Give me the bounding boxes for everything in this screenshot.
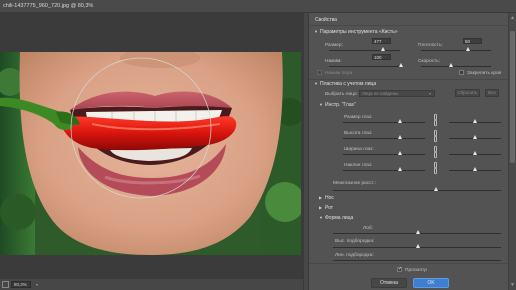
- eye-width-left-thumb[interactable]: [398, 151, 402, 155]
- forehead-label: Лоб:: [363, 226, 373, 231]
- ok-button[interactable]: OK: [413, 278, 449, 288]
- size-slider[interactable]: [329, 50, 400, 51]
- properties-panel: Свойства ▼ Параметры инструмента «Кисть»…: [309, 13, 508, 290]
- link-icon[interactable]: [434, 120, 437, 126]
- link-icon[interactable]: [434, 152, 437, 158]
- face-shape-section-title[interactable]: Форма лица: [325, 215, 353, 221]
- stylus-checkbox[interactable]: [317, 70, 322, 75]
- eye-tilt-left-slider[interactable]: [343, 170, 425, 171]
- reset-button[interactable]: Сбросить: [455, 89, 480, 97]
- chevron-down-icon[interactable]: ▼: [314, 29, 318, 34]
- chevron-right-icon[interactable]: ▶: [319, 195, 322, 200]
- all-button[interactable]: Все: [485, 89, 499, 97]
- chevron-down-icon[interactable]: ▼: [314, 81, 318, 86]
- eye-height-left-thumb[interactable]: [398, 135, 402, 139]
- jawline-slider[interactable]: [333, 260, 501, 261]
- mouth-section-title[interactable]: Рот: [325, 205, 333, 211]
- scrollbar-thumb[interactable]: [510, 31, 515, 163]
- canvas-area[interactable]: [0, 13, 303, 278]
- eye-tilt-right-thumb[interactable]: [473, 167, 477, 171]
- link-icon[interactable]: [434, 136, 437, 142]
- eye-size-label: Размер глаз:: [344, 115, 373, 120]
- status-bar: 80,3% ▾: [0, 278, 303, 290]
- density-slider-thumb[interactable]: [466, 47, 470, 51]
- pressure-slider[interactable]: [329, 66, 400, 67]
- zoom-field[interactable]: 80,3%: [11, 281, 31, 288]
- pin-edges-label: Закрепить края: [467, 71, 502, 76]
- rate-label: Скорость:: [418, 59, 441, 64]
- divider-line: [309, 263, 508, 264]
- scroll-down-icon[interactable]: ▼: [510, 282, 515, 288]
- density-slider[interactable]: [421, 50, 491, 51]
- chevron-down-icon[interactable]: ▼: [319, 215, 323, 220]
- preview-checkbox[interactable]: [397, 266, 402, 272]
- face-section-title[interactable]: Пластика с учетом лица: [320, 81, 376, 87]
- window-title: chili-1437775_960_720.jpg @ 80,3%: [3, 3, 94, 9]
- link-icon[interactable]: [434, 168, 437, 174]
- size-label: Размер:: [325, 43, 343, 48]
- rate-slider[interactable]: [421, 66, 491, 67]
- eye-width-right-thumb[interactable]: [473, 151, 477, 155]
- rate-slider-thumb[interactable]: [449, 63, 453, 67]
- eye-height-left-slider[interactable]: [343, 138, 425, 139]
- pressure-slider-thumb[interactable]: [399, 63, 403, 67]
- eye-distance-thumb[interactable]: [434, 187, 438, 191]
- size-slider-thumb[interactable]: [381, 47, 385, 51]
- size-input[interactable]: 477: [372, 38, 391, 44]
- preview-label: Просмотр: [405, 268, 427, 273]
- eye-size-left-slider[interactable]: [343, 122, 425, 123]
- eye-size-right-thumb[interactable]: [473, 119, 477, 123]
- eye-tilt-label: Наклон глаз:: [344, 163, 373, 168]
- eye-distance-slider[interactable]: [333, 190, 501, 191]
- chin-height-thumb[interactable]: [416, 244, 420, 248]
- title-bar: chili-1437775_960_720.jpg @ 80,3%: [0, 0, 516, 13]
- forehead-thumb[interactable]: [416, 230, 420, 234]
- eye-height-right-thumb[interactable]: [473, 135, 477, 139]
- chevron-right-icon[interactable]: ▶: [319, 205, 322, 210]
- brush-section-title[interactable]: Параметры инструмента «Кисть»: [320, 29, 398, 35]
- chevron-down-icon: ▾: [429, 91, 432, 96]
- stylus-label: Нажим пера: [325, 71, 353, 76]
- select-face-dropdown[interactable]: Лица не найдены: [359, 90, 435, 97]
- nose-section-title[interactable]: Нос: [325, 195, 334, 201]
- zoom-stepper-icon[interactable]: ▾: [36, 282, 38, 287]
- pin-edges-checkbox[interactable]: [459, 70, 464, 75]
- photo-preview[interactable]: [0, 52, 301, 255]
- eye-size-left-thumb[interactable]: [398, 119, 402, 123]
- eyes-section-title[interactable]: Инстр. "Глаз": [325, 102, 356, 108]
- divider-line: [309, 25, 508, 26]
- eye-tilt-left-thumb[interactable]: [398, 167, 402, 171]
- density-input[interactable]: 50: [463, 38, 482, 44]
- fit-icon[interactable]: [2, 281, 9, 288]
- chin-height-label: Выс. подбородка:: [335, 239, 375, 244]
- pressure-input[interactable]: 100: [372, 54, 391, 60]
- eye-width-label: Ширина глаз:: [344, 147, 374, 152]
- scroll-up-icon[interactable]: ▲: [510, 15, 515, 21]
- photo-image: [0, 52, 301, 255]
- eye-height-label: Высота глаз:: [344, 131, 373, 136]
- cancel-button[interactable]: Отмена: [371, 278, 407, 288]
- chevron-down-icon[interactable]: ▼: [319, 102, 323, 107]
- eye-distance-label: Межглазное расст.:: [333, 181, 376, 186]
- panel-scrollbar[interactable]: ▲ ▼: [508, 13, 516, 290]
- select-face-label: Выбрать лицо:: [325, 92, 358, 97]
- properties-title: Свойства: [315, 17, 337, 23]
- pressure-label: Нажим:: [325, 59, 342, 64]
- divider-line: [309, 79, 508, 80]
- density-label: Плотность:: [418, 43, 443, 48]
- eye-width-left-slider[interactable]: [343, 154, 425, 155]
- jawline-label: Лин. подбородка:: [335, 253, 374, 258]
